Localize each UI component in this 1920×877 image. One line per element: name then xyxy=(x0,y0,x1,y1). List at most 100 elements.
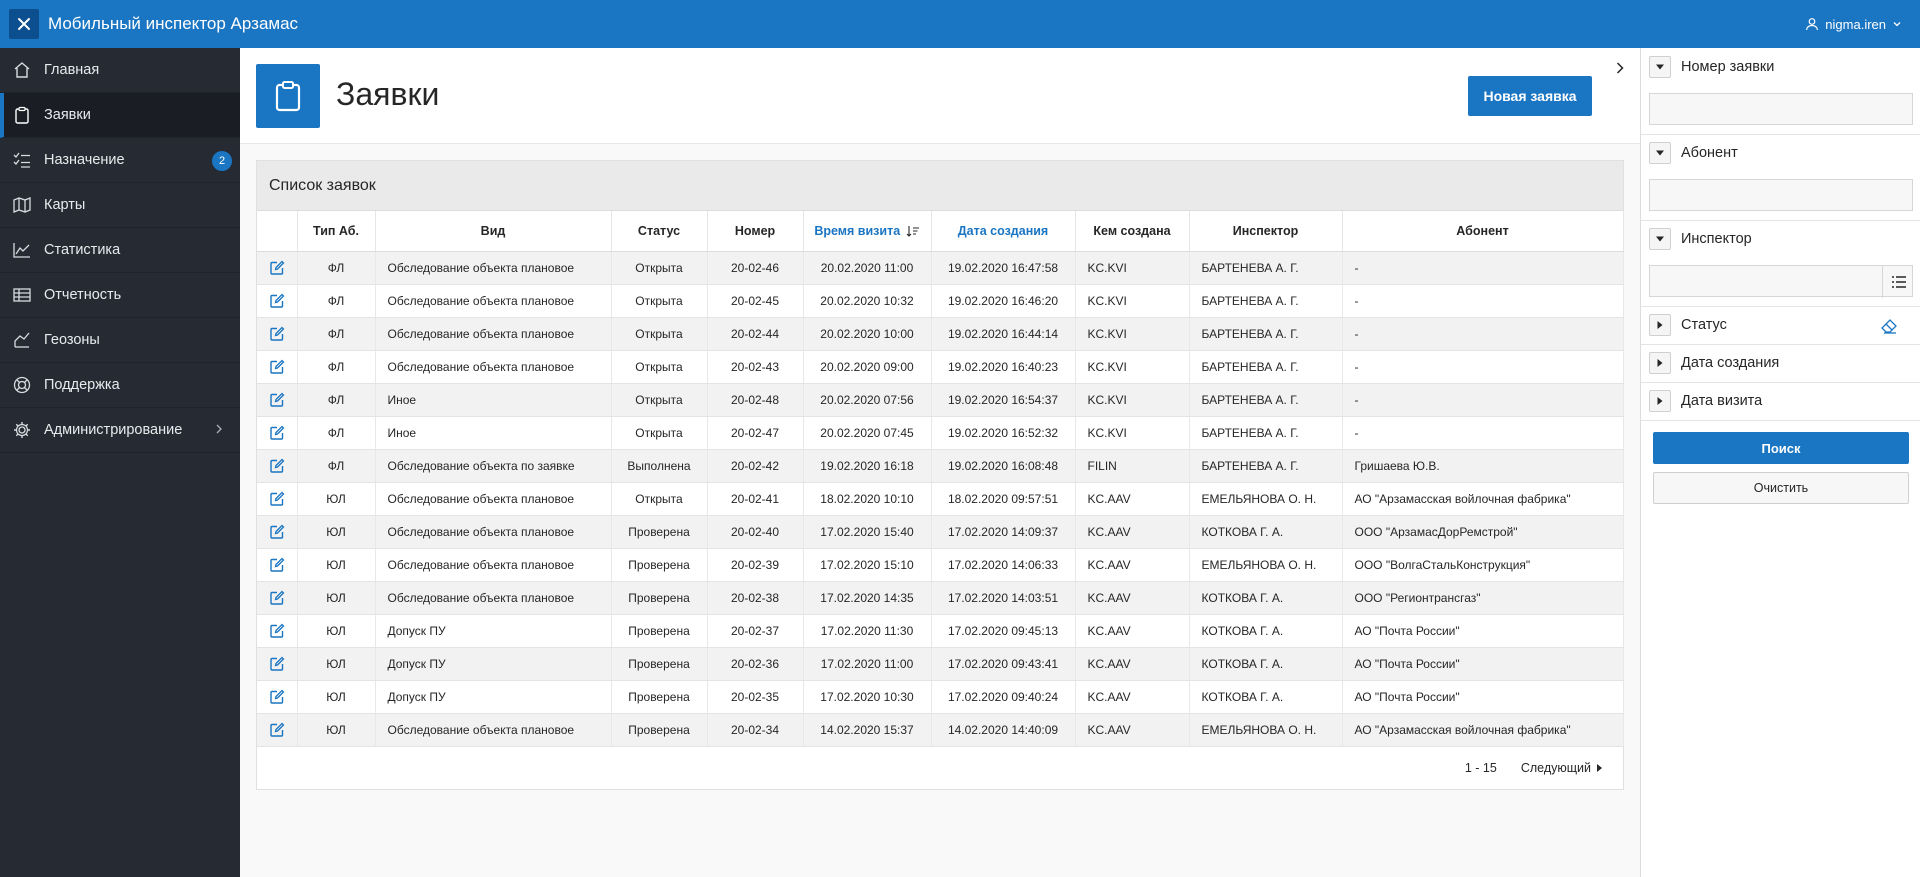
facet-number-input[interactable] xyxy=(1649,93,1913,125)
facet-number-toggle[interactable]: Номер заявки xyxy=(1649,56,1774,78)
facet-subscriber-input[interactable] xyxy=(1649,179,1913,211)
cell-visit-time: 17.02.2020 11:30 xyxy=(803,614,932,648)
cell-kind: Обследование объекта плановое xyxy=(375,350,612,384)
divider xyxy=(1641,134,1920,135)
close-icon xyxy=(18,18,30,30)
cell-subscriber: АО "Почта России" xyxy=(1342,647,1624,681)
edit-icon[interactable] xyxy=(269,392,285,408)
edit-icon[interactable] xyxy=(269,524,285,540)
list-of-values-button[interactable] xyxy=(1882,266,1914,298)
edit-icon[interactable] xyxy=(269,293,285,309)
sidebar-item-geozones[interactable]: Геозоны xyxy=(0,318,240,363)
chevron-right-icon xyxy=(216,424,222,434)
cell-edit xyxy=(257,350,298,384)
sidebar-item-assignment[interactable]: Назначение 2 xyxy=(0,138,240,183)
cell-created: 17.02.2020 14:06:33 xyxy=(931,548,1076,582)
geozone-icon xyxy=(12,330,32,350)
edit-icon[interactable] xyxy=(269,656,285,672)
edit-icon[interactable] xyxy=(269,689,285,705)
caret-right-icon xyxy=(1649,352,1671,374)
clipboard-icon xyxy=(256,64,320,128)
cell-kind: Обследование объекта плановое xyxy=(375,251,612,285)
sidebar-item-administration[interactable]: Администрирование xyxy=(0,408,240,453)
column-header-kind[interactable]: Вид xyxy=(375,211,612,252)
cell-kind: Допуск ПУ xyxy=(375,614,612,648)
cell-number: 20-02-45 xyxy=(707,284,804,318)
caret-down-icon xyxy=(1649,228,1671,250)
edit-icon[interactable] xyxy=(269,260,285,276)
column-header-inspector[interactable]: Инспектор xyxy=(1189,211,1343,252)
clipboard-icon xyxy=(12,105,32,125)
cell-created-by: KC.KVI xyxy=(1075,284,1190,318)
main-content: Заявки Новая заявка Список заявок Тип Аб… xyxy=(240,48,1640,877)
facet-inspector-input[interactable] xyxy=(1649,265,1914,298)
sidebar-item-statistics[interactable]: Статистика xyxy=(0,228,240,273)
app-title[interactable]: Мобильный инспектор Арзамас xyxy=(48,0,298,48)
cell-visit-time: 17.02.2020 15:10 xyxy=(803,548,932,582)
column-header-created-by[interactable]: Кем создана xyxy=(1075,211,1190,252)
requests-report: Список заявок Тип Аб. Вид Статус Номер В… xyxy=(256,160,1624,790)
cell-created-by: KC.AAV xyxy=(1075,647,1190,681)
user-menu[interactable]: nigma.iren xyxy=(1805,0,1902,48)
cell-inspector: КОТКОВА Г. А. xyxy=(1189,581,1343,615)
edit-icon[interactable] xyxy=(269,458,285,474)
cell-created-by: KC.KVI xyxy=(1075,416,1190,450)
cell-visit-time: 20.02.2020 07:56 xyxy=(803,383,932,417)
edit-icon[interactable] xyxy=(269,326,285,342)
sidebar-item-label: Геозоны xyxy=(44,332,100,348)
search-facets-panel: Номер заявки Абонент Инспектор Статус Да… xyxy=(1640,48,1920,877)
facet-number-label: Номер заявки xyxy=(1681,59,1775,75)
facet-subscriber-label: Абонент xyxy=(1681,145,1738,161)
cell-visit-time: 18.02.2020 10:10 xyxy=(803,482,932,516)
cell-edit xyxy=(257,515,298,549)
sidebar-item-home[interactable]: Главная xyxy=(0,48,240,93)
cell-subscriber: АО "Арзамасская войлочная фабрика" xyxy=(1342,713,1624,747)
new-request-button[interactable]: Новая заявка xyxy=(1468,76,1592,116)
next-page-link[interactable]: Следующий xyxy=(1521,761,1603,775)
eraser-icon[interactable] xyxy=(1880,318,1898,334)
cell-status: Проверена xyxy=(611,680,708,714)
cell-status: Проверена xyxy=(611,713,708,747)
sidebar-item-requests[interactable]: Заявки xyxy=(0,93,240,138)
clear-button[interactable]: Очистить xyxy=(1653,472,1909,504)
cell-status: Проверена xyxy=(611,581,708,615)
facet-subscriber-toggle[interactable]: Абонент xyxy=(1649,142,1738,164)
edit-icon[interactable] xyxy=(269,425,285,441)
cell-type: ФЛ xyxy=(297,284,376,318)
facet-created-toggle[interactable]: Дата создания xyxy=(1649,352,1779,374)
cell-subscriber: ООО "АрзамасДорРемстрой" xyxy=(1342,515,1624,549)
close-navigation-button[interactable] xyxy=(9,9,39,39)
column-header-visit-time[interactable]: Время визита xyxy=(803,211,932,252)
cell-number: 20-02-46 xyxy=(707,251,804,285)
table-row: ЮЛ Обследование объекта плановое Проверена… xyxy=(257,581,1624,615)
cell-inspector: КОТКОВА Г. А. xyxy=(1189,680,1343,714)
facet-inspector-toggle[interactable]: Инспектор xyxy=(1649,228,1752,250)
search-button[interactable]: Поиск xyxy=(1653,432,1909,464)
sidebar-item-maps[interactable]: Карты xyxy=(0,183,240,228)
sidebar-item-reports[interactable]: Отчетность xyxy=(0,273,240,318)
collapse-panel-button[interactable] xyxy=(1602,52,1638,84)
list-icon xyxy=(1891,276,1906,288)
column-header-type[interactable]: Тип Аб. xyxy=(297,211,376,252)
edit-icon[interactable] xyxy=(269,557,285,573)
column-header-number[interactable]: Номер xyxy=(707,211,804,252)
checklist-icon xyxy=(12,150,32,170)
edit-icon[interactable] xyxy=(269,491,285,507)
divider xyxy=(1641,420,1920,421)
column-header-subscriber[interactable]: Абонент xyxy=(1342,211,1624,252)
cell-edit xyxy=(257,383,298,417)
sidebar-item-support[interactable]: Поддержка xyxy=(0,363,240,408)
facet-visit-toggle[interactable]: Дата визита xyxy=(1649,390,1762,412)
edit-icon[interactable] xyxy=(269,590,285,606)
facet-status-toggle[interactable]: Статус xyxy=(1649,314,1727,336)
column-header-created[interactable]: Дата создания xyxy=(931,211,1076,252)
edit-icon[interactable] xyxy=(269,722,285,738)
cell-type: ФЛ xyxy=(297,251,376,285)
cell-number: 20-02-35 xyxy=(707,680,804,714)
edit-icon[interactable] xyxy=(269,359,285,375)
column-header-status[interactable]: Статус xyxy=(611,211,708,252)
cell-created-by: KC.AAV xyxy=(1075,548,1190,582)
table-row: ЮЛ Обследование объекта плановое Проверена… xyxy=(257,515,1624,549)
edit-icon[interactable] xyxy=(269,623,285,639)
table-row: ЮЛ Допуск ПУ Проверена 20-02-37 17.02.2020 1… xyxy=(257,614,1624,648)
